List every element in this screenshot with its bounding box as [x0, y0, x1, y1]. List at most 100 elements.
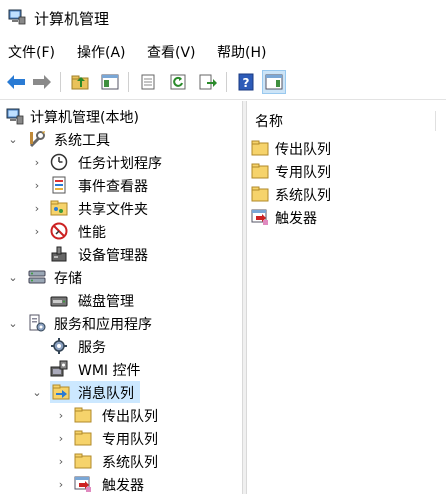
tree-item-triggers[interactable]: › 触发器 — [0, 473, 242, 494]
storage-icon — [28, 268, 46, 286]
tree-item-label: 系统队列 — [102, 455, 158, 471]
tree-item-label: WMI 控件 — [78, 363, 141, 379]
menu-view[interactable]: 查看(V) — [147, 42, 196, 62]
list-item-label: 触发器 — [275, 211, 317, 227]
chevron-right-icon[interactable]: › — [32, 225, 42, 238]
list-item[interactable]: 触发器 — [251, 206, 441, 228]
details-list: 名称 传出队列 专用队列 系统队列 触发器 — [247, 101, 446, 494]
chevron-down-icon[interactable]: ⌄ — [8, 317, 18, 330]
tree-item-label: 服务 — [78, 340, 106, 356]
menu-help[interactable]: 帮助(H) — [217, 42, 266, 62]
chevron-right-icon[interactable]: › — [56, 409, 66, 422]
title-bar: 计算机管理 — [0, 0, 446, 36]
folder-icon — [74, 452, 92, 470]
event-viewer-icon — [50, 176, 68, 194]
tree-item-message-queuing[interactable]: 消息队列 — [50, 381, 140, 403]
computer-management-icon — [6, 107, 24, 125]
wmi-control-icon — [50, 360, 68, 378]
tree-item-label: 系统工具 — [54, 133, 110, 149]
folder-icon — [251, 162, 269, 180]
chevron-down-icon[interactable]: ⌄ — [8, 133, 18, 146]
menu-file[interactable]: 文件(F) — [8, 42, 55, 62]
show-hide-tree-icon[interactable] — [98, 70, 122, 94]
forward-icon[interactable] — [30, 70, 54, 94]
tree-item-system-tools[interactable]: ⌄ 系统工具 — [0, 128, 242, 150]
tree-item-performance[interactable]: › 性能 — [0, 220, 242, 242]
tree-item-label: 性能 — [78, 225, 106, 241]
show-hide-action-pane-icon[interactable] — [262, 70, 286, 94]
back-icon[interactable] — [4, 70, 28, 94]
folder-icon — [251, 185, 269, 203]
menu-bar: 文件(F) 操作(A) 查看(V) 帮助(H) — [0, 40, 446, 64]
svg-text:?: ? — [243, 76, 250, 90]
disk-management-icon — [50, 291, 68, 309]
computer-management-icon — [8, 9, 26, 25]
chevron-right-icon[interactable]: › — [32, 179, 42, 192]
refresh-icon[interactable] — [166, 70, 190, 94]
toolbar-separator — [226, 72, 227, 92]
tree-item-label: 事件查看器 — [78, 179, 148, 195]
list-item-label: 系统队列 — [275, 188, 331, 204]
tree-item-label: 设备管理器 — [78, 248, 148, 264]
tree-item-label: 存储 — [54, 271, 82, 287]
column-divider[interactable] — [435, 111, 436, 131]
toolbar-separator — [60, 72, 61, 92]
shared-folder-icon — [50, 199, 68, 217]
console-tree: 计算机管理(本地) ⌄ 系统工具 › 任务计划程序 › 事件查看器 › 共享文件… — [0, 101, 242, 494]
window-title: 计算机管理 — [34, 10, 110, 28]
tree-item-label: 磁盘管理 — [78, 294, 134, 310]
column-header-label: 名称 — [255, 114, 283, 130]
list-item[interactable]: 系统队列 — [251, 183, 441, 205]
tree-item-shared-folders[interactable]: › 共享文件夹 — [0, 197, 242, 219]
chevron-right-icon[interactable]: › — [32, 156, 42, 169]
tree-item-storage[interactable]: ⌄ 存储 — [0, 266, 242, 288]
tools-icon — [28, 130, 46, 148]
toolbar: ? — [0, 66, 446, 100]
chevron-right-icon[interactable]: › — [32, 202, 42, 215]
properties-icon[interactable] — [136, 70, 160, 94]
tree-item-label: 任务计划程序 — [78, 156, 162, 172]
tree-item-label: 消息队列 — [78, 386, 134, 402]
tree-item-wmi-control[interactable]: WMI 控件 — [0, 358, 242, 380]
list-item-label: 专用队列 — [275, 165, 331, 181]
tree-item-label: 共享文件夹 — [78, 202, 148, 218]
export-list-icon[interactable] — [196, 70, 220, 94]
tree-item-system-queues[interactable]: › 系统队列 — [0, 450, 242, 472]
trigger-icon — [74, 475, 92, 493]
tree-item-label: 计算机管理(本地) — [30, 110, 139, 126]
list-item-label: 传出队列 — [275, 142, 331, 158]
tree-item-private-queues[interactable]: › 专用队列 — [0, 427, 242, 449]
toolbar-separator — [128, 72, 129, 92]
tree-item-task-scheduler[interactable]: › 任务计划程序 — [0, 151, 242, 173]
tree-item-label: 触发器 — [102, 478, 144, 494]
list-item[interactable]: 传出队列 — [251, 137, 441, 159]
tree-item-label: 专用队列 — [102, 432, 158, 448]
chevron-right-icon[interactable]: › — [56, 478, 66, 491]
chevron-right-icon[interactable]: › — [56, 455, 66, 468]
message-queue-icon — [52, 383, 70, 401]
tree-item-label: 传出队列 — [102, 409, 158, 425]
up-folder-icon[interactable] — [68, 70, 92, 94]
tree-item-outgoing-queues[interactable]: › 传出队列 — [0, 404, 242, 426]
column-header-name[interactable]: 名称 — [247, 109, 446, 131]
chevron-down-icon[interactable]: ⌄ — [32, 386, 42, 399]
help-icon[interactable]: ? — [234, 70, 258, 94]
folder-icon — [251, 139, 269, 157]
folder-icon — [74, 429, 92, 447]
tree-item-disk-management[interactable]: 磁盘管理 — [0, 289, 242, 311]
device-manager-icon — [50, 245, 68, 263]
tree-item-root[interactable]: 计算机管理(本地) — [0, 105, 242, 127]
list-item[interactable]: 专用队列 — [251, 160, 441, 182]
chevron-right-icon[interactable]: › — [56, 432, 66, 445]
services-apps-icon — [28, 314, 46, 332]
chevron-down-icon[interactable]: ⌄ — [8, 271, 18, 284]
tree-item-device-manager[interactable]: 设备管理器 — [0, 243, 242, 265]
performance-icon — [50, 222, 68, 240]
tree-item-services-apps[interactable]: ⌄ 服务和应用程序 — [0, 312, 242, 334]
tree-item-label: 服务和应用程序 — [54, 317, 152, 333]
tree-item-event-viewer[interactable]: › 事件查看器 — [0, 174, 242, 196]
menu-action[interactable]: 操作(A) — [77, 42, 126, 62]
tree-item-services[interactable]: 服务 — [0, 335, 242, 357]
clock-icon — [50, 153, 68, 171]
gear-icon — [50, 337, 68, 355]
